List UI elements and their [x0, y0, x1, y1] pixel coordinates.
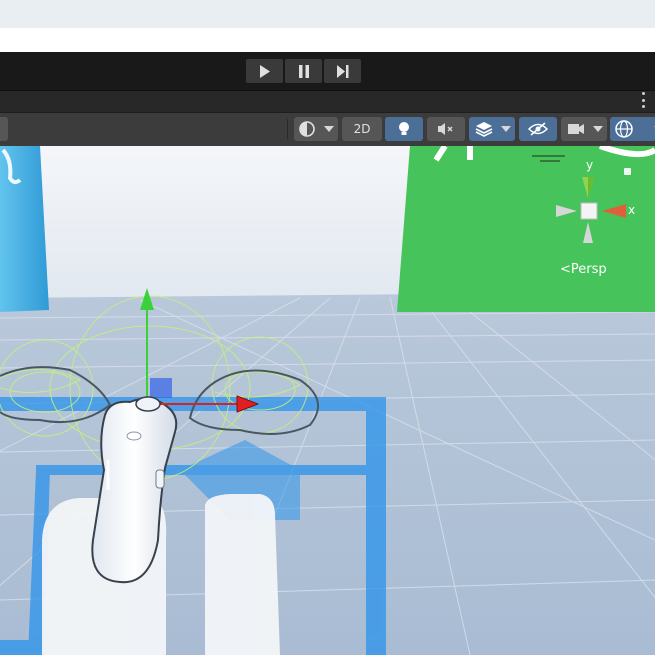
window-title-area: [0, 28, 655, 52]
scene-render: [0, 146, 655, 655]
projection-label: Persp: [570, 262, 607, 277]
effects-layers-icon: [475, 122, 493, 137]
scene-camera-dropdown[interactable]: [561, 117, 607, 141]
gizmo-x-axis-label[interactable]: x: [628, 203, 635, 217]
toolbar-separator: [287, 119, 288, 139]
shading-mode-icon: [299, 121, 315, 137]
desktop-background-strip: [0, 0, 655, 28]
step-button[interactable]: [324, 59, 361, 83]
effects-dropdown[interactable]: [469, 117, 515, 141]
scene-visibility-toggle[interactable]: [519, 117, 557, 141]
lighting-toggle[interactable]: [385, 117, 423, 141]
shading-mode-dropdown[interactable]: [294, 117, 338, 141]
2d-mode-button[interactable]: 2D: [342, 117, 382, 141]
more-options-icon[interactable]: [641, 92, 645, 108]
lighting-bulb-icon: [399, 122, 409, 135]
projection-toggle[interactable]: <Persp: [560, 262, 607, 277]
gizmo-y-axis-label[interactable]: y: [586, 158, 593, 172]
audio-mute-icon: [438, 123, 453, 135]
pause-icon: [298, 64, 309, 78]
scene-camera-icon: [568, 124, 584, 134]
step-icon: [336, 64, 348, 78]
play-button[interactable]: [246, 59, 283, 83]
pause-button[interactable]: [285, 59, 322, 83]
gizmos-globe-icon: [615, 120, 633, 138]
scene-visibility-icon: [528, 122, 548, 136]
tool-handle-button[interactable]: [0, 117, 8, 141]
audio-toggle[interactable]: [427, 117, 465, 141]
scene-viewport[interactable]: [0, 146, 655, 655]
scene-tab-bar: [0, 90, 655, 113]
gizmos-dropdown[interactable]: [610, 117, 655, 141]
persp-chevron-icon: <: [560, 262, 571, 277]
play-icon: [259, 64, 270, 78]
